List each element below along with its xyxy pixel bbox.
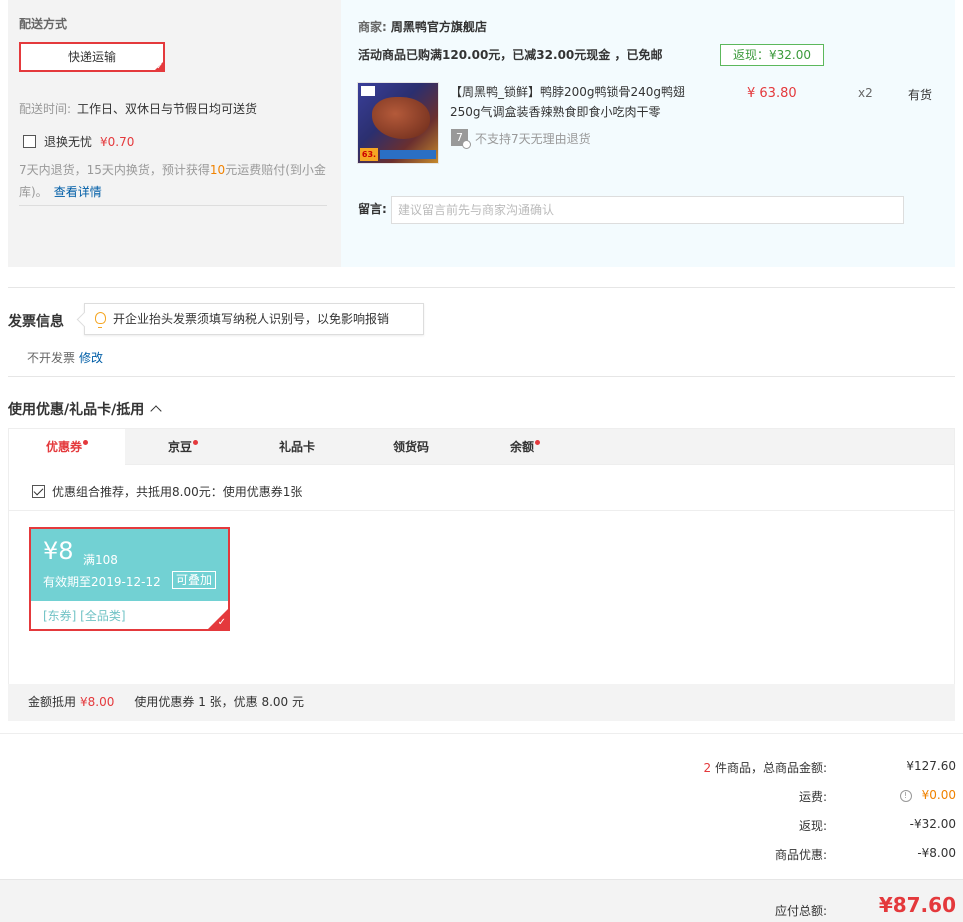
return-desc-part-a: 7天内退货，15天内换货，预计获得 — [19, 163, 210, 177]
view-details-link[interactable]: 查看详情 — [54, 185, 102, 199]
cashback-badge: 返现：¥32.00 — [720, 44, 824, 66]
tab-label: 礼品卡 — [278, 440, 315, 454]
product-image[interactable]: 63. — [357, 82, 439, 164]
delivery-time-label: 配送时间: — [19, 102, 72, 116]
invoice-tip: 开企业抬头发票须填写纳税人识别号，以免影响报销 — [84, 303, 424, 335]
coupons-section-title[interactable]: 使用优惠/礼品卡/抵用 — [8, 399, 162, 419]
coupon-summary-amount: ¥8.00 — [80, 695, 115, 709]
product-name[interactable]: 【周黑鸭_锁鲜】鸭脖200g鸭锁骨240g鸭翅250g气调盒装香辣熟食即食小吃肉… — [450, 82, 698, 122]
coupons-title-text: 使用优惠/礼品卡/抵用 — [8, 402, 145, 418]
tab-label: 优惠券 — [45, 440, 82, 454]
dot-badge — [193, 440, 198, 445]
coupon-tabs: 优惠券 京豆 礼品卡 领货码 余额 — [8, 428, 955, 467]
invoice-title: 发票信息 — [8, 314, 64, 330]
divider — [8, 510, 955, 511]
check-icon: ✓ — [217, 617, 226, 628]
invoice-status-text: 不开发票 — [27, 351, 76, 365]
coupon-summary-label: 金额抵用 — [28, 695, 77, 709]
message-input[interactable] — [391, 196, 904, 224]
return-insurance-row: 退换无忧 ¥0.70 — [23, 133, 134, 150]
product-price: ¥ 63.80 — [747, 86, 797, 101]
coupon-stackable-badge: 可叠加 — [172, 571, 217, 589]
payable-label: 应付总额: — [774, 904, 827, 918]
invoice-status: 不开发票 修改 — [27, 349, 103, 366]
divider — [8, 376, 955, 377]
no-7day-return-text: 不支持7天无理由退货 — [475, 132, 591, 146]
tab-label: 余额 — [509, 440, 534, 454]
coupon-summary-bar: 金额抵用 ¥8.00 使用优惠券 1 张，优惠 8.00 元 — [8, 684, 955, 721]
merchant-row: 商家: 周黑鸭官方旗舰店 — [358, 18, 487, 35]
invoice-tip-text: 开企业抬头发票须填写纳税人识别号，以免影响报销 — [113, 312, 390, 326]
return-insurance-desc: 7天内退货，15天内换货，预计获得10元运费赔付(到小金库)。 查看详情 — [19, 159, 329, 203]
shipping-title: 配送方式 — [19, 17, 68, 31]
product-image-strip — [380, 150, 436, 159]
combo-recommend-text: 优惠组合推荐，共抵用8.00元：使用优惠券1张 — [52, 485, 303, 499]
coupon-expiry: 有效期至2019-12-12 — [43, 575, 161, 589]
coupon-condition: 满108 — [83, 553, 118, 567]
no-7day-return-icon: 7 — [451, 129, 471, 149]
goods-count: 2 — [703, 761, 712, 775]
chevron-up-icon — [150, 405, 162, 417]
divider — [0, 733, 963, 734]
coupon-tags: [东券] [全品类] — [43, 609, 126, 623]
cashback-label: 返现: — [798, 819, 827, 833]
divider — [8, 287, 955, 288]
coupon-card-top: ¥8 满108 有效期至2019-12-12 可叠加 — [31, 529, 228, 601]
message-label: 留言: — [358, 202, 387, 216]
delivery-time: 配送时间: 工作日、双休日与节假日均可送货 — [19, 100, 257, 117]
tab-jingdou[interactable]: 京豆 — [125, 429, 241, 466]
dot-badge — [535, 440, 540, 445]
brand-logo-icon — [361, 86, 375, 96]
cashback-value: -¥32.00 — [909, 817, 956, 831]
goods-total-label: 2 件商品，总商品金额: — [527, 759, 828, 776]
discount-value: -¥8.00 — [917, 846, 956, 860]
lightbulb-icon — [95, 312, 106, 328]
promo-text: 活动商品已购满120.00元，已减32.00元现金 ，已免邮 — [358, 48, 663, 62]
shipping-method-button[interactable]: 快递运输 ✓ — [19, 42, 165, 72]
divider — [19, 205, 327, 206]
shipping-fee-row: ! ¥0.00 — [806, 788, 956, 802]
return-insurance-price: ¥0.70 — [100, 134, 135, 149]
return-insurance-checkbox[interactable] — [23, 135, 36, 148]
product-image-tag: 63. — [360, 148, 378, 161]
goods-total-value: ¥127.60 — [906, 759, 956, 773]
coupon-amount: ¥8 — [43, 537, 74, 565]
tab-balance[interactable]: 余额 — [467, 429, 583, 466]
dot-badge — [83, 440, 88, 445]
check-icon: ✓ — [156, 62, 163, 71]
duck-meat-icon — [372, 97, 430, 139]
combo-recommend-checkbox[interactable] — [32, 485, 45, 498]
tab-label: 京豆 — [167, 440, 192, 454]
payable-value: ¥87.60 — [878, 893, 956, 917]
combo-recommend-row: 优惠组合推荐，共抵用8.00元：使用优惠券1张 — [32, 483, 302, 500]
info-icon[interactable]: ! — [899, 789, 912, 802]
shipping-fee-label: 运费: — [798, 790, 827, 804]
return-insurance-label: 退换无忧 — [44, 135, 93, 149]
coupon-card[interactable]: ¥8 满108 有效期至2019-12-12 可叠加 [东券] [全品类] ✓ — [29, 527, 230, 631]
discount-label: 商品优惠: — [774, 848, 827, 862]
coupon-summary-text: 使用优惠券 1 张，优惠 8.00 元 — [134, 695, 304, 709]
tab-coupons[interactable]: 优惠券 — [9, 429, 125, 467]
tab-gift-card[interactable]: 礼品卡 — [239, 429, 355, 466]
tab-redeem-code[interactable]: 领货码 — [353, 429, 469, 466]
merchant-label: 商家: — [358, 20, 387, 34]
product-stock: 有货 — [908, 88, 933, 102]
shipping-fee-value: ¥0.00 — [921, 788, 956, 802]
product-quantity: x2 — [858, 86, 873, 100]
delivery-time-value: 工作日、双休日与节假日均可送货 — [77, 102, 258, 116]
return-desc-amount: 10 — [209, 163, 226, 177]
merchant-name[interactable]: 周黑鸭官方旗舰店 — [391, 20, 487, 34]
invoice-edit-link[interactable]: 修改 — [79, 351, 103, 365]
shipping-method-label: 快递运输 — [67, 50, 116, 64]
tab-label: 领货码 — [392, 440, 429, 454]
